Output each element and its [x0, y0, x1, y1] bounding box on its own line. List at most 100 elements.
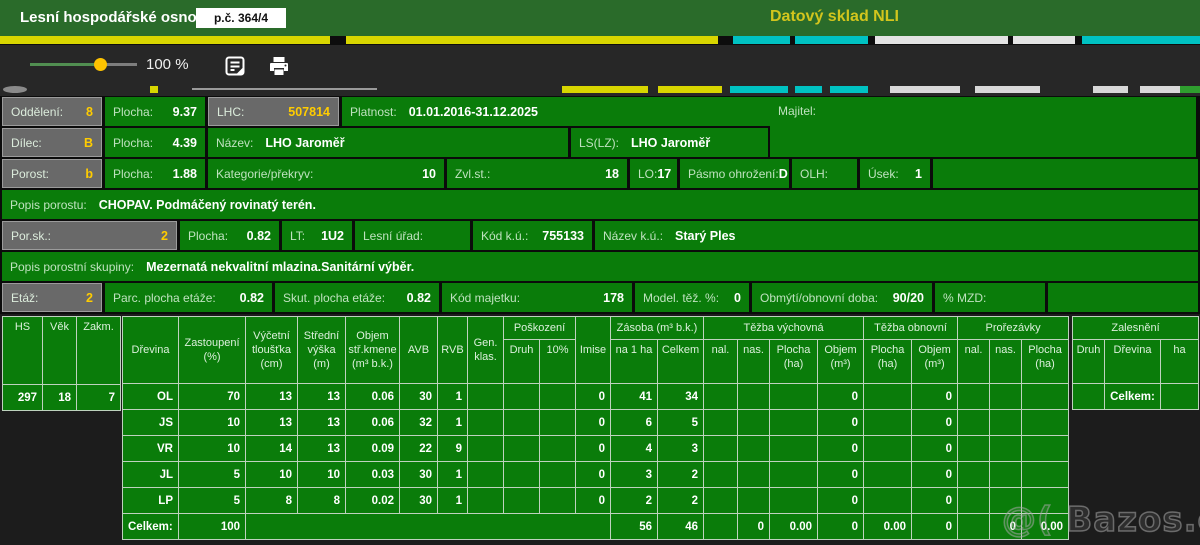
table-header-row: HS Věk Zakm.	[2, 316, 121, 385]
table-cell: 13	[297, 383, 346, 410]
table-cell	[863, 383, 913, 410]
table-cell	[863, 487, 913, 514]
table-cell	[703, 383, 738, 410]
column-header: Imise	[575, 316, 611, 384]
table-cell: 30	[399, 461, 438, 488]
table-cell: 0	[911, 513, 959, 540]
column-header: Zásoba (m³ b.k.)	[610, 316, 704, 340]
field-label: Popis porostní skupiny:	[10, 259, 135, 274]
field-label: Dílec:	[11, 135, 42, 150]
table-cell	[957, 383, 991, 410]
table-row: VR 10 14 13 0.09 22 9 0 4 3 0 0	[122, 435, 1070, 462]
toolbar: 100 %	[0, 45, 1200, 96]
summary-table: HS Věk Zakm. 297 18 7	[2, 316, 121, 411]
table-cell	[957, 513, 991, 540]
field-lt: LT: 1U2	[282, 221, 352, 250]
table-row: JL 5 10 10 0.03 30 1 0 3 2 0 0	[122, 461, 1070, 488]
field-label: Oddělení:	[11, 104, 64, 119]
strip-segment	[875, 36, 1008, 44]
table-cell: 0.03	[345, 461, 400, 488]
column-subheader: nal.	[703, 339, 738, 384]
field-label: LO:	[638, 166, 658, 181]
table-cell: 6	[610, 409, 658, 436]
table-cell: 0	[911, 487, 959, 514]
field-parc-plocha-etaze: Parc. plocha etáže: 0.82	[105, 283, 272, 312]
field-value: 90/20	[892, 290, 924, 305]
slider-thumb[interactable]	[94, 58, 107, 71]
strip-segment	[192, 88, 377, 90]
table-cell: 30	[399, 383, 438, 410]
strip-segment	[830, 86, 868, 93]
field-value: 1.88	[172, 166, 197, 181]
table-cell	[539, 461, 576, 488]
table-cell	[1021, 435, 1070, 462]
field-value: 2	[161, 228, 168, 243]
field-value: b	[85, 166, 93, 181]
field-label: Plocha:	[188, 228, 229, 243]
column-header: Gen. klas.	[467, 316, 504, 384]
table-cell: OL	[122, 383, 179, 410]
slider-track-filled[interactable]	[30, 63, 100, 66]
field-kategorie-prekryv: Kategorie/překryv: 10	[208, 159, 444, 188]
table-cell: Celkem:	[1104, 383, 1161, 410]
field-label: Úsek:	[868, 166, 899, 181]
table-cell: 5	[178, 487, 246, 514]
field-etaz: Etáž: 2	[2, 283, 102, 312]
column-subheader: 10%	[539, 339, 576, 384]
species-table: Dřevina Zastoupení (%) Výčetní tloušťka (c…	[122, 316, 1070, 540]
table-cell: 0	[575, 487, 611, 514]
table-cell: 0	[737, 513, 770, 540]
field-value: D	[778, 166, 788, 181]
table-cell	[769, 409, 818, 436]
table-cell: 0	[816, 383, 865, 410]
table-cell: 1	[437, 487, 468, 514]
strip-segment	[150, 86, 158, 93]
strip-segment	[1140, 86, 1180, 93]
field-value: 0	[734, 290, 741, 305]
column-header: Dřevina	[122, 316, 179, 384]
print-button[interactable]	[264, 53, 294, 81]
strip-segment	[0, 36, 330, 44]
column-header: Poškození	[503, 316, 576, 340]
table-header-row: Dřevina Zastoupení (%) Výčetní tloušťka (c…	[122, 316, 1070, 384]
table-cell: 0	[816, 461, 865, 488]
field-label: Lesní úřad:	[363, 228, 424, 243]
table-cell: 22	[399, 435, 438, 462]
field-value: 01.01.2016-31.12.2025	[408, 104, 538, 119]
table-cell: 0	[575, 409, 611, 436]
table-cell: 0.09	[345, 435, 400, 462]
notes-button[interactable]	[220, 53, 250, 81]
strip-segment	[658, 86, 722, 93]
table-cell	[989, 461, 1023, 488]
table-cell: 0	[816, 487, 865, 514]
notes-icon	[223, 56, 247, 81]
field-label: Porost:	[11, 166, 50, 181]
group-header: Zalesnění	[1071, 316, 1200, 340]
column-subheader: Objem (m³)	[816, 339, 865, 384]
table-cell	[703, 435, 738, 462]
table-cell: 10	[178, 435, 246, 462]
table-cell: 0	[575, 383, 611, 410]
printer-icon	[267, 56, 291, 81]
field-value: Starý Ples	[675, 228, 736, 243]
table-cell: 4	[610, 435, 658, 462]
watermark: @( Bazos.cz	[1001, 499, 1200, 541]
column-header: Prořezávky	[957, 316, 1070, 340]
table-row: Celkem:	[1072, 383, 1200, 410]
form-row: Por.sk.: 2 Plocha: 0.82 LT: 1U2 Lesní úřad: Kód…	[2, 221, 1198, 250]
table-cell	[467, 487, 504, 514]
table-cell: 0	[816, 409, 865, 436]
table-cell	[769, 461, 818, 488]
field-label: Zvl.st.:	[455, 166, 491, 181]
field-label: Platnost:	[350, 104, 397, 119]
table-cell: 0.02	[345, 487, 400, 514]
stand-details-form: Oddělení: 8 Plocha: 9.37 LHC: 507814 Platnost:…	[0, 96, 1200, 314]
table-cell: 13	[245, 409, 298, 436]
field-porost: Porost: b	[2, 159, 102, 188]
strip-segment	[1180, 86, 1200, 93]
field-label: Plocha:	[113, 166, 154, 181]
table-cell	[737, 409, 770, 436]
table-cell	[737, 461, 770, 488]
field-plocha-porsk: Plocha: 0.82	[180, 221, 279, 250]
table-cell: JL	[122, 461, 179, 488]
